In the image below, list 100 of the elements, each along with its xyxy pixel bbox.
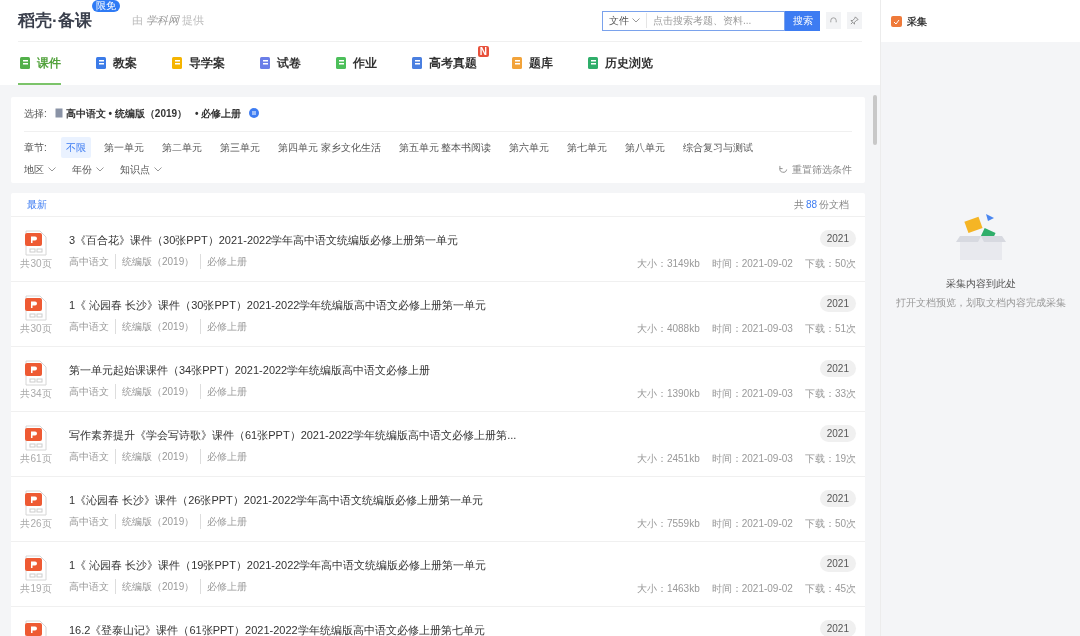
upload-time: 时间：2021-09-03 [711,387,793,401]
nav-tab[interactable]: 题库 [510,42,553,85]
document-tag: 统编版（2019） [115,383,195,399]
upload-time: 时间：2021-09-02 [711,582,793,596]
file-size: 大小：7559kb [636,517,700,531]
document-title[interactable]: 3《百合花》课件（30张PPT）2021-2022学年高中语文统编版必修上册第一单元 [69,232,637,249]
refresh-icon [779,165,788,174]
upload-time: 时间：2021-09-02 [711,257,793,271]
year-badge: 2021 [819,620,856,636]
document-title[interactable]: 第一单元起始课课件（34张PPT）2021-2022学年统编版高中语文必修上册 [69,362,637,379]
chevron-down-icon [154,167,162,172]
collect-box-icon [891,15,902,27]
chapter-option[interactable]: 综合复习与测试 [678,137,759,158]
document-tag: 必修上册 [200,318,248,334]
sort-tab[interactable]: 最新 [27,197,47,212]
document-row[interactable]: 共19页 1《 沁园春 长沙》课件（19张PPT）2021-2022学年高中语文统编版必修上册第一单元 高中语文 统编版（2019） 必修上册 2021 大小：1463kb 时间：2021-09-02 下载：45次 [11,542,865,607]
page-count: 共30页 [20,258,52,269]
ppt-file-icon [25,490,47,516]
chevron-down-icon [48,167,56,172]
volume-label: • 必修上册 [195,106,242,121]
document-tag: 高中语文 [69,318,109,334]
page-count: 共30页 [20,323,52,334]
document-tag: 必修上册 [200,448,248,464]
chapter-option[interactable]: 第五单元 整本书阅读 [393,137,497,158]
count-suffix: 份文档 [819,198,849,212]
search-scope-dropdown[interactable]: 文件 [603,13,647,28]
filter-dropdown[interactable]: 年份 [72,162,104,177]
page-count: 共61页 [20,453,52,464]
upload-time: 时间：2021-09-02 [711,517,793,531]
pin-button[interactable] [847,12,862,29]
nav-tab[interactable]: 历史浏览 [586,42,653,85]
scrollbar-thumb[interactable] [873,95,877,145]
year-badge: 2021 [819,295,856,312]
filter-dropdown[interactable]: 地区 [24,162,56,177]
year-badge: 2021 [819,490,856,507]
document-tag: 必修上册 [200,383,248,399]
document-title[interactable]: 1《 沁园春 长沙》课件（30张PPT）2021-2022学年统编版高中语文必修上册第一单元 [69,297,637,314]
file-size: 大小：1390kb [636,387,700,401]
document-tag: 必修上册 [200,253,248,269]
ppt-file-icon [25,555,47,581]
document-title[interactable]: 16.2《登泰山记》课件（61张PPT）2021-2022学年统编版高中语文必修上册第七单元 [69,622,820,636]
chapter-option[interactable]: 第一单元 [98,137,149,158]
open-box-drawing [953,214,1008,262]
document-row[interactable]: 共26页 1《沁园春 长沙》课件（26张PPT）2021-2022学年高中语文统编版必修上册第一单元 高中语文 统编版（2019） 必修上册 2021 大小：7559kb 时间：2021-09-02 下载：50次 [11,477,865,542]
ppt-file-icon [25,360,47,386]
chevron-down-icon [96,167,104,172]
select-label: 选择: [24,106,47,121]
nav-tab[interactable]: 导学案 [170,42,225,85]
page-count: 共34页 [20,388,52,399]
chapter-option[interactable]: 第八单元 [620,137,671,158]
chapter-option[interactable]: 第六单元 [504,137,555,158]
page-count: 共19页 [20,583,52,594]
empty-hint: 打开文档预览，划取文档内容完成采集 [895,296,1066,310]
ppt-file-icon [25,295,47,321]
chapter-option[interactable]: 第三单元 [214,137,265,158]
document-row[interactable]: 共61页 写作素养提升《学会写诗歌》课件（61张PPT）2021-2022学年统编版高中语文必修上册第... 高中语文 统编版（2019） 必修上册 2021 大小：2451kb 时间：2021-09-03 下载：19次 [11,412,865,477]
chapter-option[interactable]: 第二单元 [156,137,207,158]
search-field[interactable]: 文件 点击搜索考题、资料... [602,10,785,31]
document-tag: 高中语文 [69,513,109,529]
count-prefix: 共 [793,198,804,212]
document-row[interactable]: 共34页 第一单元起始课课件（34张PPT）2021-2022学年统编版高中语文必修上册 高中语文 统编版（2019） 必修上册 2021 大小：1390kb 时间：2021-09-03 下载：33次 [11,347,865,412]
headset-icon [829,16,838,25]
nav-tab[interactable]: 作业 [334,42,377,85]
document-tag: 统编版（2019） [115,318,195,334]
document-tag: 高中语文 [69,253,109,269]
document-title[interactable]: 写作素养提升《学会写诗歌》课件（61张PPT）2021-2022学年统编版高中语文必修上册第... [69,427,637,444]
reset-filter-link[interactable]: 重置筛选条件 [779,162,852,177]
provider-prefix: 由 [131,13,143,29]
nav-tab[interactable]: 教案 [94,42,137,85]
chapter-option[interactable]: 第七单元 [562,137,613,158]
file-size: 大小：3149kb [636,257,700,271]
year-badge: 2021 [819,360,856,377]
document-tag: 必修上册 [200,578,248,594]
document-tag: 高中语文 [69,383,109,399]
page-count: 共26页 [20,518,52,529]
pin-icon [850,16,859,25]
year-badge: 2021 [819,425,856,442]
chapter-label: 章节: [24,141,47,155]
new-badge: N [477,46,489,57]
document-row[interactable]: 共30页 1《 沁园春 长沙》课件（30张PPT）2021-2022学年统编版高中语文必修上册第一单元 高中语文 统编版（2019） 必修上册 2021 大小：4088kb 时间：2021-09-03 下载：51次 [11,282,865,347]
filter-dropdown[interactable]: 知识点 [120,162,162,177]
year-badge: 2021 [819,555,856,572]
empty-title: 采集内容到此处 [945,277,1016,291]
chapter-option[interactable]: 第四单元 家乡文化生活 [272,137,386,158]
chapter-option[interactable]: 不限 [60,137,91,158]
download-count: 下载：33次 [804,387,856,401]
search-button[interactable]: 搜索 [785,10,820,31]
document-title[interactable]: 1《 沁园春 长沙》课件（19张PPT）2021-2022学年高中语文统编版必修上册第一单元 [69,557,637,574]
document-title[interactable]: 1《沁园春 长沙》课件（26张PPT）2021-2022学年高中语文统编版必修上册第一单元 [69,492,637,509]
document-tag: 高中语文 [69,578,109,594]
file-size: 大小：1463kb [636,582,700,596]
document-tag: 统编版（2019） [115,253,195,269]
app-logo: 稻壳·备课 [18,9,92,32]
document-row[interactable]: 共30页 3《百合花》课件（30张PPT）2021-2022学年高中语文统编版必修上册第一单元 高中语文 统编版（2019） 必修上册 2021 大小：3149kb 时间：2021-09-02 下载：50次 [11,217,865,282]
document-tag: 高中语文 [69,448,109,464]
upload-time: 时间：2021-09-03 [711,322,793,336]
headset-button[interactable] [826,12,841,29]
download-count: 下载：51次 [804,322,856,336]
document-row[interactable]: 16.2《登泰山记》课件（61张PPT）2021-2022学年统编版高中语文必修上册第七单元 2021 [11,607,865,636]
nav-tab[interactable]: 试卷 [258,42,301,85]
